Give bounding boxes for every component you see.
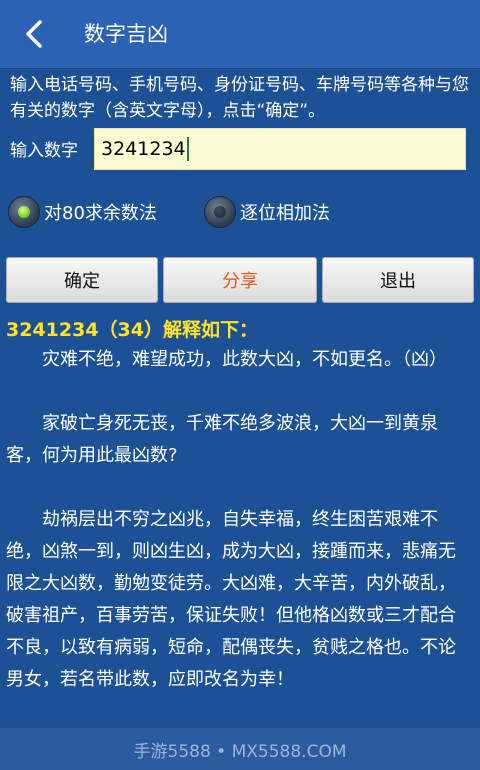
chevron-left-icon	[26, 20, 42, 48]
exit-button[interactable]: 退出	[322, 257, 474, 303]
footer-watermark: 手游5588 • MX5588.COM	[0, 728, 480, 770]
result-paragraph: 灾难不绝，难望成功，此数大凶，不如更名。（凶）	[42, 349, 447, 370]
input-label: 输入数字	[10, 141, 78, 161]
radio-mod80-label: 对80求余数法	[44, 203, 157, 224]
confirm-button[interactable]: 确定	[6, 257, 158, 303]
radio-unselected-icon	[204, 196, 236, 228]
share-button[interactable]: 分享	[163, 257, 317, 303]
top-bar: 数字吉凶	[0, 0, 480, 69]
text-cursor	[186, 137, 189, 161]
back-button[interactable]	[14, 14, 54, 54]
page-title: 数字吉凶	[84, 22, 168, 46]
number-input[interactable]: 3241234	[94, 128, 466, 170]
radio-digit-sum-label: 逐位相加法	[240, 203, 330, 224]
result-paragraph: 家破亡身死无丧，千难不绝多波浪，大凶一到黄泉客，何为用此最凶数?	[6, 413, 438, 466]
result-body: 灾难不绝，难望成功，此数大凶，不如更名。（凶） 家破亡身死无丧，千难不绝多波浪，…	[6, 344, 472, 728]
result-title: 3241234（34）解释如下：	[6, 319, 258, 341]
radio-selected-icon	[8, 196, 40, 228]
number-input-value: 3241234	[101, 138, 186, 160]
instructions-text: 输入电话号码、手机号码、身份证号码、车牌号码等各种与您有关的数字（含英文字母），…	[10, 75, 469, 121]
radio-digit-sum[interactable]: 逐位相加法	[204, 196, 330, 228]
radio-mod80[interactable]: 对80求余数法	[8, 196, 157, 228]
result-paragraph: 劫祸层出不穷之凶兆，自失幸福，终生困苦艰难不绝，凶煞一到，则凶生凶，成为大凶，接…	[6, 509, 456, 690]
